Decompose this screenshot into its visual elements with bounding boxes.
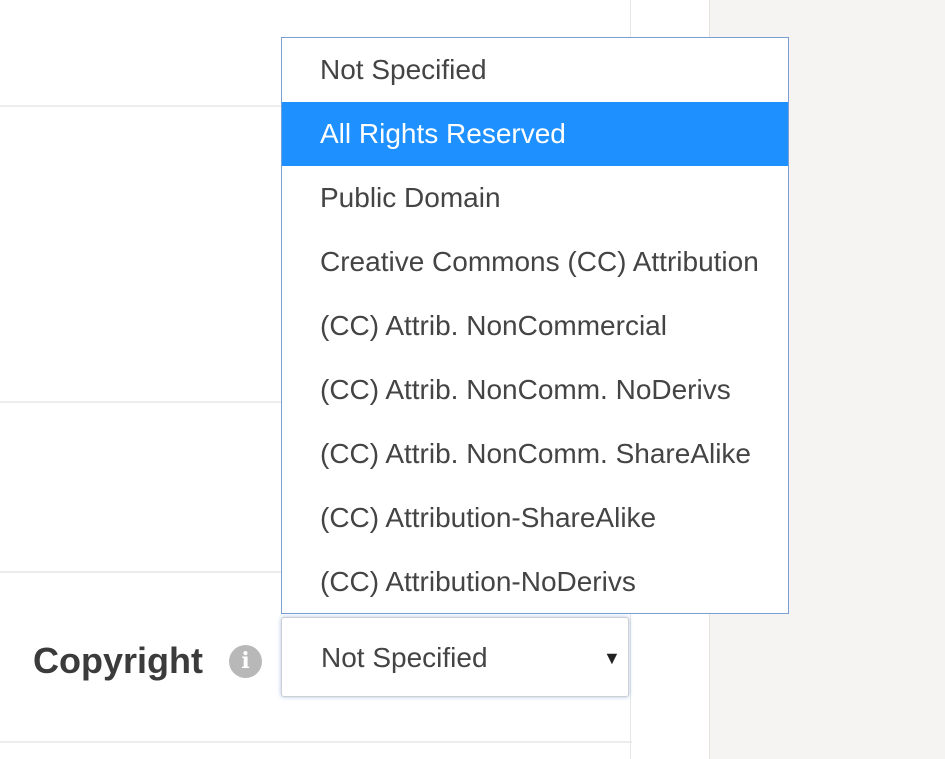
option-all-rights-reserved[interactable]: All Rights Reserved	[282, 102, 788, 166]
copyright-select-value: Not Specified	[321, 642, 488, 673]
option-cc-sharealike[interactable]: (CC) Attribution-ShareAlike	[282, 486, 788, 550]
option-cc-noncommercial[interactable]: (CC) Attrib. NonCommercial	[282, 294, 788, 358]
option-cc-noncomm-sharealike[interactable]: (CC) Attrib. NonComm. ShareAlike	[282, 422, 788, 486]
copyright-label: Copyright	[33, 640, 203, 681]
option-cc-noderivs[interactable]: (CC) Attribution-NoDerivs	[282, 550, 788, 613]
option-not-specified[interactable]: Not Specified	[282, 38, 788, 102]
row-divider	[0, 741, 632, 743]
option-public-domain[interactable]: Public Domain	[282, 166, 788, 230]
info-icon[interactable]: i	[229, 645, 262, 678]
option-cc-noncomm-noderivs[interactable]: (CC) Attrib. NonComm. NoDerivs	[282, 358, 788, 422]
copyright-dropdown-list: Not Specified All Rights Reserved Public…	[281, 37, 789, 614]
copyright-select[interactable]: Not Specified ▼	[281, 617, 629, 697]
option-cc-attribution[interactable]: Creative Commons (CC) Attribution	[282, 230, 788, 294]
caret-down-icon: ▼	[603, 648, 621, 668]
